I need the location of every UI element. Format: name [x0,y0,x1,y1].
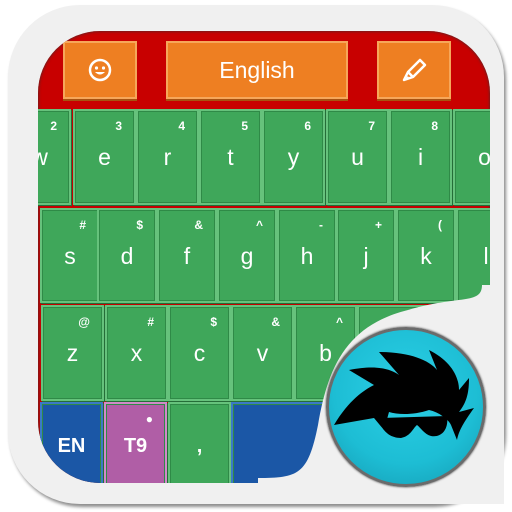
logo-badge [326,327,486,487]
hair-sunglasses-character-icon [334,350,474,440]
